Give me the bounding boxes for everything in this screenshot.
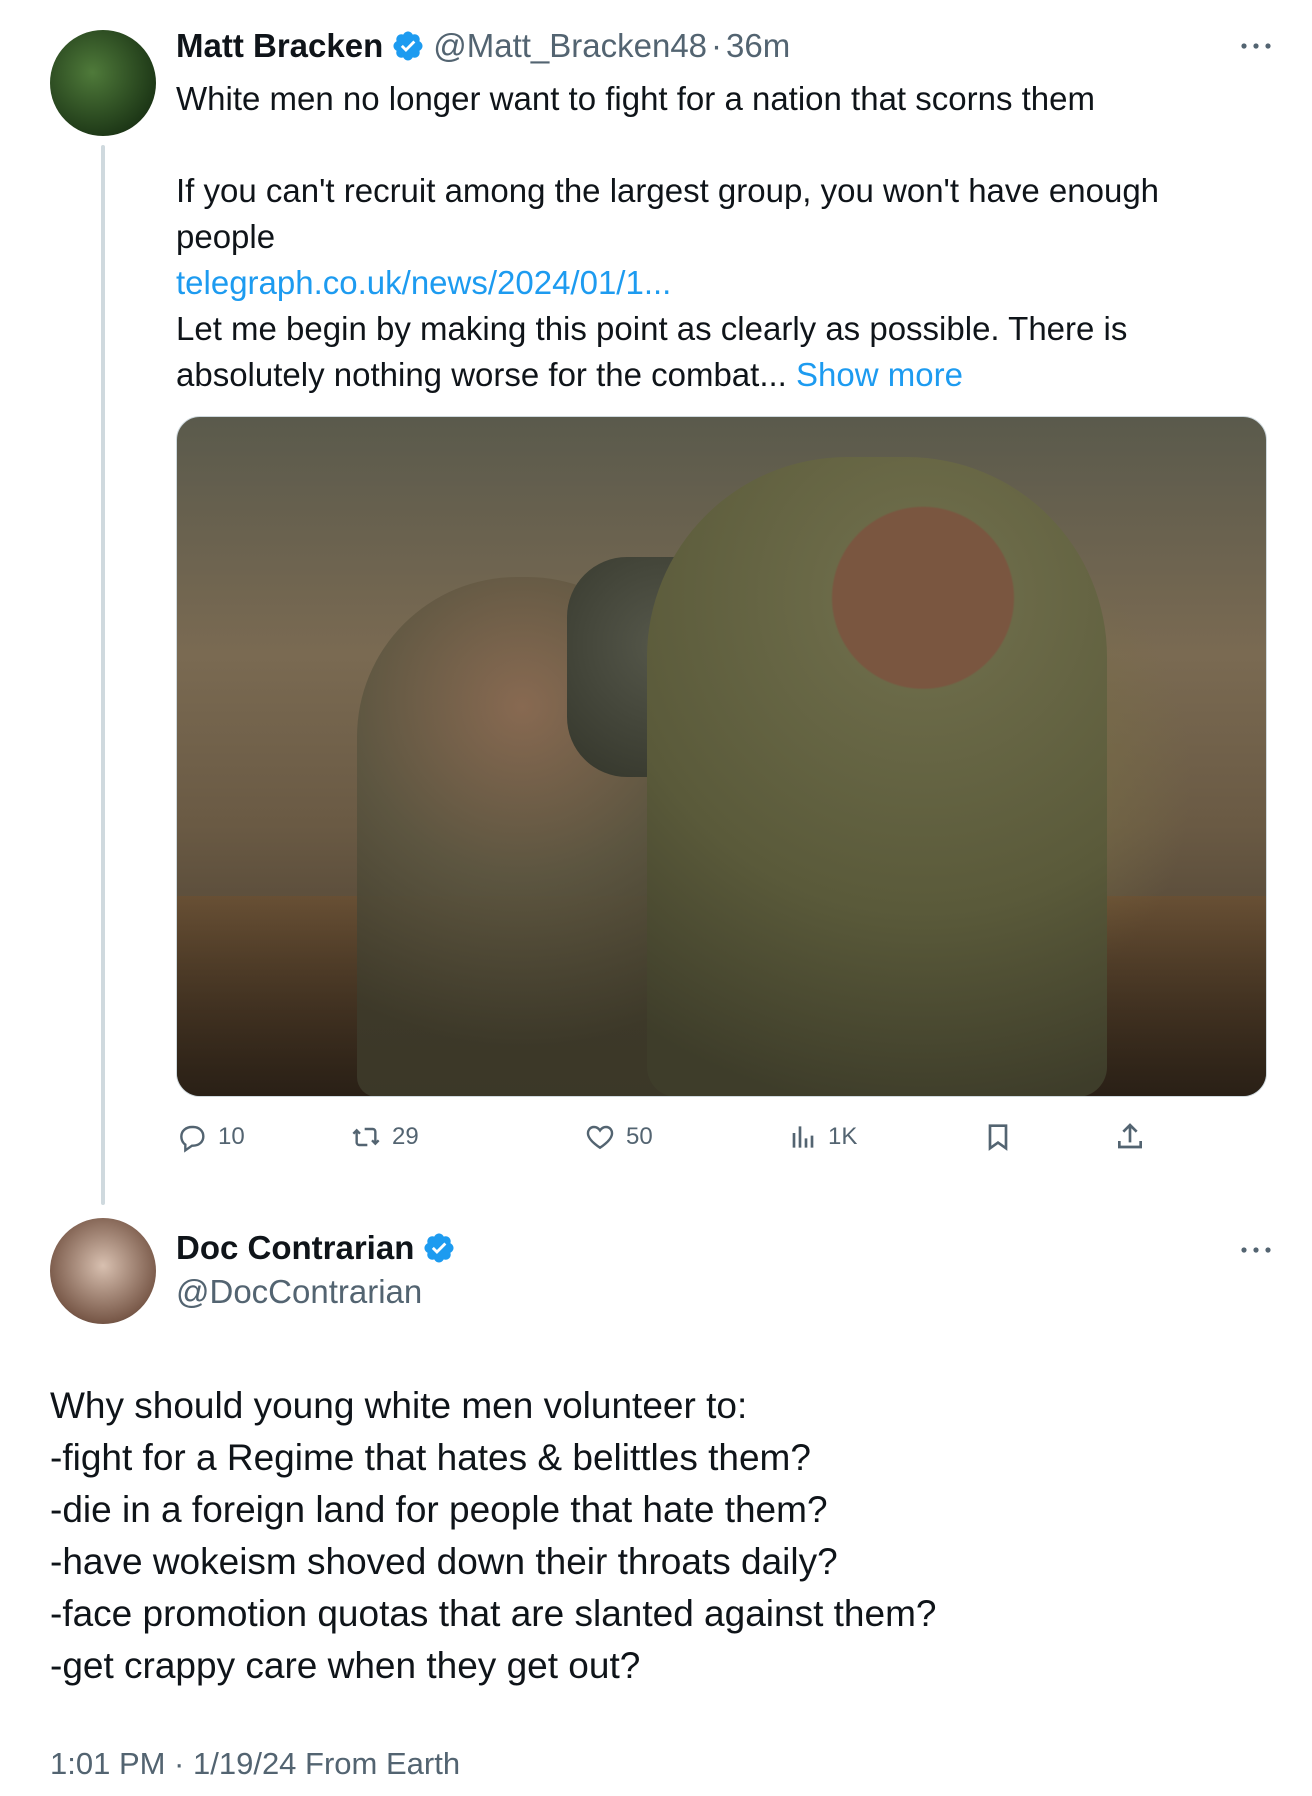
verified-badge-icon — [424, 1233, 454, 1263]
author-handle[interactable]: @DocContrarian — [176, 1272, 422, 1312]
views-button[interactable]: 1K — [786, 1112, 857, 1162]
tweet1-text: White men no longer want to fight for a … — [176, 76, 1236, 398]
repost-icon — [352, 1127, 380, 1147]
tweet2-header-name: Doc Contrarian — [176, 1228, 456, 1268]
more-icon[interactable] — [1236, 1240, 1276, 1260]
tweet2-line: -fight for a Regime that hates & belittl… — [50, 1437, 811, 1478]
tweet1-line1: White men no longer want to fight for a … — [176, 80, 1095, 117]
tweet-media-photo[interactable] — [176, 416, 1267, 1097]
repost-count: 29 — [392, 1123, 419, 1150]
like-count: 50 — [626, 1123, 653, 1150]
like-icon — [586, 1125, 614, 1150]
show-more-link[interactable]: Show more — [796, 356, 963, 393]
separator-dot: · — [711, 27, 723, 64]
views-count: 1K — [828, 1123, 858, 1150]
bookmark-button[interactable] — [982, 1112, 1014, 1162]
repost-button[interactable]: 29 — [350, 1112, 419, 1162]
tweet1-header: Matt Bracken @Matt_Bracken48 · 36m — [176, 26, 790, 66]
reply-icon — [180, 1125, 205, 1153]
tweet2-timestamp-meta[interactable]: 1:01 PM · 1/19/24 From Earth — [50, 1746, 460, 1782]
timestamp[interactable]: 36m — [726, 26, 790, 66]
tweet2-line: Why should young white men volunteer to: — [50, 1385, 748, 1426]
views-icon — [792, 1126, 814, 1148]
like-button[interactable]: 50 — [584, 1112, 653, 1162]
tweet2-header-handle: @DocContrarian — [176, 1272, 422, 1312]
tweet1-line2: If you can't recruit among the largest g… — [176, 172, 1160, 255]
author-handle[interactable]: @Matt_Bracken48 — [433, 26, 707, 66]
share-icon — [1118, 1123, 1142, 1149]
avatar-matt-bracken[interactable] — [50, 30, 156, 136]
verified-badge-icon — [393, 31, 423, 61]
avatar-doc-contrarian[interactable] — [50, 1218, 156, 1324]
reply-button[interactable]: 10 — [176, 1112, 245, 1162]
thread-connector-line — [101, 145, 105, 1205]
bookmark-icon — [988, 1124, 1008, 1151]
tweet2-line: -get crappy care when they get out? — [50, 1645, 641, 1686]
photo-figure-front — [647, 457, 1107, 1096]
more-icon[interactable] — [1236, 36, 1276, 56]
tweet2-line: -have wokeism shoved down their throats … — [50, 1541, 838, 1582]
tweet1-action-bar: 10 29 50 1K — [176, 1112, 1156, 1162]
tweet2-text: Why should young white men volunteer to:… — [50, 1380, 1270, 1692]
article-link[interactable]: telegraph.co.uk/news/2024/01/1... — [176, 264, 671, 301]
author-name[interactable]: Matt Bracken — [176, 26, 383, 66]
author-name[interactable]: Doc Contrarian — [176, 1228, 414, 1268]
tweet2-line: -face promotion quotas that are slanted … — [50, 1593, 937, 1634]
reply-count: 10 — [218, 1123, 245, 1150]
tweet1-excerpt: Let me begin by making this point as cle… — [176, 310, 1128, 393]
share-button[interactable] — [1114, 1112, 1146, 1162]
tweet2-line: -die in a foreign land for people that h… — [50, 1489, 828, 1530]
